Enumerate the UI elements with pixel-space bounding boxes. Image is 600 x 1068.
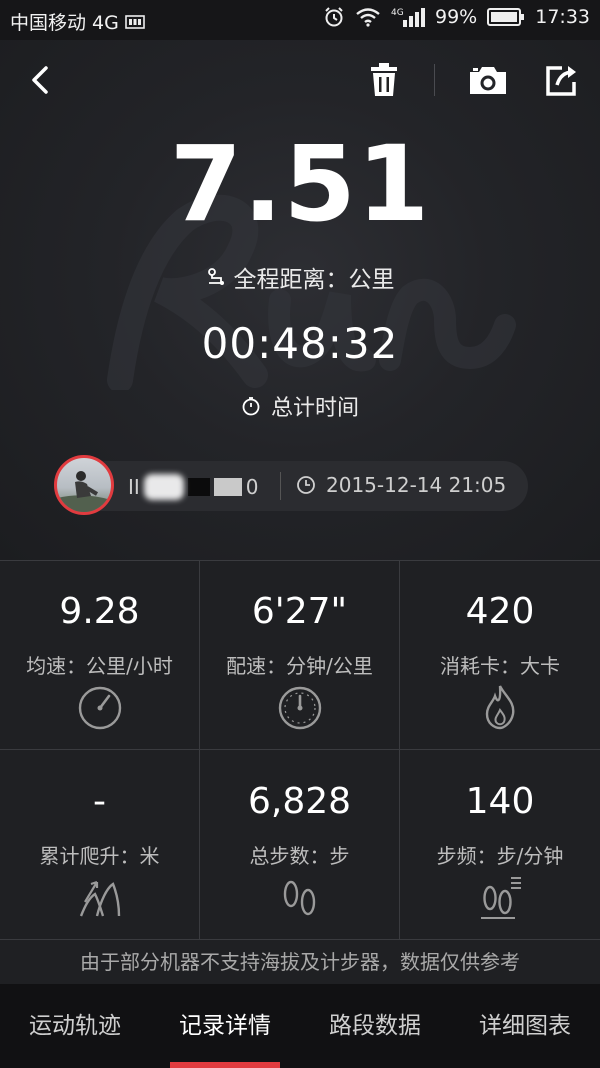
stat-label: 总步数：步 — [249, 844, 350, 868]
back-button[interactable] — [22, 58, 62, 102]
sim-card-icon — [125, 14, 145, 29]
username-suffix: 0 — [245, 475, 259, 499]
bottom-tab-bar: 运动轨迹 记录详情 路段数据 详细图表 — [0, 984, 600, 1068]
back-icon — [32, 66, 48, 94]
trash-icon — [371, 63, 397, 96]
stat-label: 均速：公里/小时 — [26, 654, 173, 678]
disclaimer-note: 由于部分机器不支持海拔及计步器，数据仅供参考 — [0, 940, 600, 984]
stat-label: 配速：分钟/公里 — [226, 654, 373, 678]
delete-button[interactable] — [364, 58, 404, 102]
record-datetime-row: 2015-12-14 21:05 — [296, 473, 506, 497]
stat-avg-speed: 9.28 均速：公里/小时 — [0, 560, 200, 750]
stat-elevation: - 累计爬升：米 — [0, 750, 200, 940]
stat-value: 9.28 — [59, 591, 140, 632]
username-redaction-grey — [213, 478, 242, 496]
toolbar-divider — [434, 64, 435, 96]
clock-icon — [297, 476, 315, 494]
username: II 0 — [128, 474, 259, 500]
speedometer-icon — [78, 686, 122, 730]
stats-grid: 9.28 均速：公里/小时 6'27" 配速：分钟/公里 420 消耗卡：大卡 … — [0, 560, 600, 940]
status-right: 4G 99% 17:33 — [323, 6, 590, 28]
battery-icon — [487, 7, 525, 27]
stopwatch-icon — [242, 397, 260, 416]
tab-segment-data[interactable]: 路段数据 — [300, 984, 450, 1068]
stat-value: 6,828 — [247, 781, 352, 822]
duration-label-row: 总计时间 — [0, 390, 600, 422]
pill-divider — [280, 472, 281, 500]
signal-4g-icon: 4G — [391, 6, 425, 28]
share-button[interactable] — [540, 58, 584, 102]
tab-track[interactable]: 运动轨迹 — [0, 984, 150, 1068]
route-icon — [207, 268, 224, 285]
cadence-icon — [481, 877, 521, 919]
record-datetime: 2015-12-14 21:05 — [326, 473, 507, 497]
distance-label-row: 全程距离：公里 — [0, 260, 600, 294]
distance-value: 7.51 — [169, 123, 431, 245]
username-redaction-black — [187, 478, 210, 496]
flame-icon — [485, 685, 515, 730]
stat-value: 140 — [465, 781, 535, 822]
stat-cadence: 140 步频：步/分钟 — [400, 750, 600, 940]
svg-text:4G: 4G — [391, 8, 404, 18]
clock-time: 17:33 — [535, 6, 590, 28]
duration-value: 00:48:32 — [201, 319, 399, 368]
footprints-icon — [283, 880, 316, 916]
status-left: 中国移动 4G — [10, 8, 145, 35]
duration-label: 总计时间 — [270, 396, 359, 421]
alarm-icon — [323, 6, 345, 28]
stat-value: 6'27" — [251, 591, 348, 632]
stat-label: 累计爬升：米 — [39, 844, 160, 868]
gauge-icon — [278, 686, 322, 730]
username-redaction-blur — [143, 474, 184, 500]
stat-pace: 6'27" 配速：分钟/公里 — [200, 560, 400, 750]
share-icon — [546, 66, 576, 96]
tab-detailed-charts[interactable]: 详细图表 — [450, 984, 600, 1068]
stat-label: 消耗卡：大卡 — [440, 654, 560, 678]
summary-hero: 7.51 全程距离：公里 00:48:32 总计时间 II 0 2015-12-… — [0, 40, 600, 560]
stat-steps: 6,828 总步数：步 — [200, 750, 400, 940]
stat-value: 420 — [465, 591, 535, 632]
stats-top-border — [0, 560, 600, 561]
avatar-image — [57, 471, 111, 512]
username-prefix: II — [128, 475, 140, 499]
stat-label: 步频：步/分钟 — [436, 844, 564, 868]
camera-icon — [470, 67, 506, 94]
avatar[interactable] — [54, 455, 114, 515]
camera-button[interactable] — [466, 58, 510, 102]
battery-percent: 99% — [435, 6, 478, 28]
top-toolbar — [0, 40, 600, 120]
tab-record-details[interactable]: 记录详情 — [150, 984, 300, 1068]
climb-icon — [79, 880, 121, 917]
distance-label: 全程距离：公里 — [233, 267, 395, 293]
stat-calories: 420 消耗卡：大卡 — [400, 560, 600, 750]
carrier-text: 中国移动 4G — [10, 12, 119, 34]
wifi-icon — [355, 7, 381, 27]
status-bar: 中国移动 4G 4G 99% 17:33 — [0, 0, 600, 40]
stat-value: - — [93, 781, 106, 822]
